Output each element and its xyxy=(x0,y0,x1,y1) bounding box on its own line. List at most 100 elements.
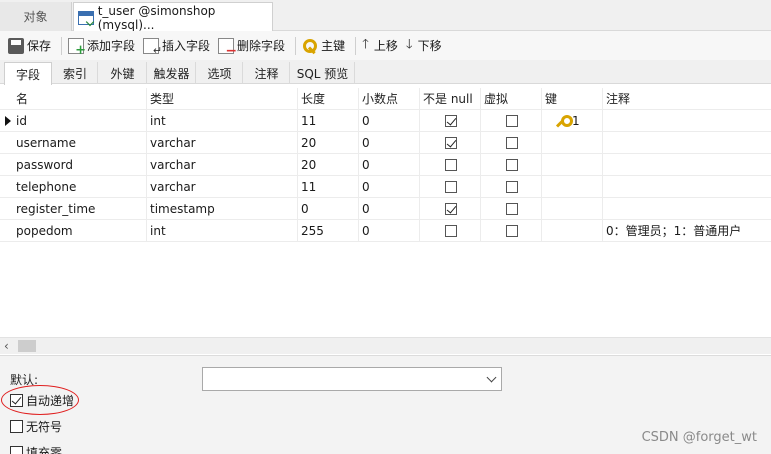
field-not-null-cell[interactable] xyxy=(420,198,481,220)
tab-options[interactable]: 选项 xyxy=(197,62,243,84)
primary-key-button[interactable]: 主键 xyxy=(300,34,351,58)
tab-triggers[interactable]: 触发器 xyxy=(148,62,196,84)
unsigned-checkbox[interactable] xyxy=(10,420,23,433)
not-null-checkbox[interactable] xyxy=(445,225,457,237)
field-virtual-cell[interactable] xyxy=(481,132,542,154)
field-length-cell[interactable]: 11 xyxy=(298,176,359,198)
default-value-dropdown[interactable] xyxy=(202,367,502,391)
table-row[interactable]: password varchar 20 0 xyxy=(0,154,771,176)
field-comment-cell[interactable] xyxy=(603,198,771,220)
virtual-checkbox[interactable] xyxy=(506,137,518,149)
field-decimals-cell[interactable]: 0 xyxy=(359,176,420,198)
tab-comment[interactable]: 注释 xyxy=(244,62,290,84)
field-not-null-cell[interactable] xyxy=(420,110,481,132)
field-type-cell[interactable]: varchar xyxy=(147,154,298,176)
field-name-cell[interactable]: password xyxy=(13,154,147,176)
field-not-null-cell[interactable] xyxy=(420,154,481,176)
field-decimals-cell[interactable]: 0 xyxy=(359,132,420,154)
table-row[interactable]: popedom int 255 0 0：管理员；1：普通用户 xyxy=(0,220,771,242)
field-name-cell[interactable]: id xyxy=(13,110,147,132)
virtual-checkbox[interactable] xyxy=(506,203,518,215)
virtual-checkbox[interactable] xyxy=(506,159,518,171)
scroll-left-icon[interactable]: ‹ xyxy=(4,338,9,354)
field-decimals-cell[interactable]: 0 xyxy=(359,154,420,176)
table-row[interactable]: username varchar 20 0 xyxy=(0,132,771,154)
field-type-cell[interactable]: int xyxy=(147,110,298,132)
tab-objects[interactable]: 对象 xyxy=(0,2,72,31)
move-down-button[interactable]: 🡓 下移 xyxy=(404,34,448,58)
field-comment-cell[interactable] xyxy=(603,110,771,132)
field-key-cell[interactable] xyxy=(542,154,603,176)
tab-foreign-keys[interactable]: 外键 xyxy=(99,62,147,84)
field-length-cell[interactable]: 0 xyxy=(298,198,359,220)
field-comment-cell[interactable] xyxy=(603,154,771,176)
auto-increment-option[interactable]: 自动递增 xyxy=(10,392,74,409)
not-null-checkbox[interactable] xyxy=(445,159,457,171)
field-comment-cell[interactable] xyxy=(603,132,771,154)
not-null-checkbox[interactable] xyxy=(445,203,457,215)
field-length-cell[interactable]: 20 xyxy=(298,132,359,154)
tab-indexes[interactable]: 索引 xyxy=(53,62,98,84)
field-name-cell[interactable]: username xyxy=(13,132,147,154)
field-not-null-cell[interactable] xyxy=(420,176,481,198)
column-header-comment[interactable]: 注释 xyxy=(603,88,771,110)
column-header-name[interactable]: 名 xyxy=(13,88,147,110)
field-not-null-cell[interactable] xyxy=(420,220,481,242)
field-comment-cell[interactable]: 0：管理员；1：普通用户 xyxy=(603,220,771,242)
unsigned-option[interactable]: 无符号 xyxy=(10,418,62,435)
field-type-cell[interactable]: varchar xyxy=(147,176,298,198)
insert-field-button[interactable]: 插入字段 xyxy=(141,34,216,58)
field-decimals-cell[interactable]: 0 xyxy=(359,220,420,242)
field-key-cell[interactable] xyxy=(542,220,603,242)
horizontal-scrollbar[interactable]: ‹ xyxy=(0,337,771,354)
tab-sql-preview[interactable]: SQL 预览 xyxy=(291,62,355,84)
column-header-length[interactable]: 长度 xyxy=(298,88,359,110)
field-comment-cell[interactable] xyxy=(603,176,771,198)
field-not-null-cell[interactable] xyxy=(420,132,481,154)
virtual-checkbox[interactable] xyxy=(506,225,518,237)
field-key-cell[interactable] xyxy=(542,132,603,154)
tab-table-design[interactable]: t_user @simonshop (mysql)... xyxy=(73,2,273,32)
field-type-cell[interactable]: varchar xyxy=(147,132,298,154)
column-header-type[interactable]: 类型 xyxy=(147,88,298,110)
field-length-cell[interactable]: 20 xyxy=(298,154,359,176)
virtual-checkbox[interactable] xyxy=(506,115,518,127)
field-key-cell[interactable]: 1 xyxy=(542,110,603,132)
field-name-cell[interactable]: register_time xyxy=(13,198,147,220)
not-null-checkbox[interactable] xyxy=(445,137,457,149)
field-virtual-cell[interactable] xyxy=(481,154,542,176)
field-name-cell[interactable]: telephone xyxy=(13,176,147,198)
tab-fields[interactable]: 字段 xyxy=(4,62,52,85)
table-row[interactable]: telephone varchar 11 0 xyxy=(0,176,771,198)
field-decimals-cell[interactable]: 0 xyxy=(359,198,420,220)
field-type-cell[interactable]: timestamp xyxy=(147,198,298,220)
field-virtual-cell[interactable] xyxy=(481,110,542,132)
field-decimals-cell[interactable]: 0 xyxy=(359,110,420,132)
field-key-cell[interactable] xyxy=(542,198,603,220)
zerofill-checkbox[interactable] xyxy=(10,446,23,454)
add-field-button[interactable]: 添加字段 xyxy=(66,34,141,58)
table-row[interactable]: id int 11 0 1 xyxy=(0,110,771,132)
scrollbar-thumb[interactable] xyxy=(18,340,36,352)
column-header-key[interactable]: 键 xyxy=(542,88,603,110)
zerofill-option[interactable]: 填充零 xyxy=(10,444,62,454)
field-virtual-cell[interactable] xyxy=(481,198,542,220)
table-row[interactable]: register_time timestamp 0 0 xyxy=(0,198,771,220)
field-name-cell[interactable]: popedom xyxy=(13,220,147,242)
auto-increment-checkbox[interactable] xyxy=(10,394,23,407)
save-button[interactable]: 保存 xyxy=(6,34,57,58)
field-type-cell[interactable]: int xyxy=(147,220,298,242)
not-null-checkbox[interactable] xyxy=(445,115,457,127)
column-header-virtual[interactable]: 虚拟 xyxy=(481,88,542,110)
column-header-not-null[interactable]: 不是 null xyxy=(420,88,481,110)
not-null-checkbox[interactable] xyxy=(445,181,457,193)
field-length-cell[interactable]: 11 xyxy=(298,110,359,132)
field-key-cell[interactable] xyxy=(542,176,603,198)
field-virtual-cell[interactable] xyxy=(481,220,542,242)
field-length-cell[interactable]: 255 xyxy=(298,220,359,242)
virtual-checkbox[interactable] xyxy=(506,181,518,193)
move-up-button[interactable]: 🡑 上移 xyxy=(360,34,404,58)
delete-field-button[interactable]: 删除字段 xyxy=(216,34,291,59)
field-virtual-cell[interactable] xyxy=(481,176,542,198)
column-header-decimals[interactable]: 小数点 xyxy=(359,88,420,110)
